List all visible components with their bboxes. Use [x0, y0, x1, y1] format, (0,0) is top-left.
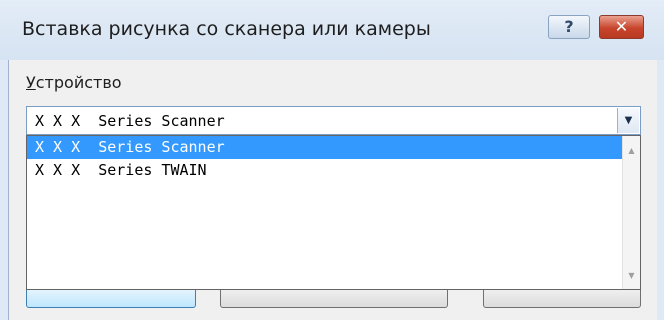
- device-combobox-value: X X X Series Scanner: [35, 112, 225, 130]
- dropdown-item-scanner[interactable]: X X X Series Scanner: [27, 136, 623, 159]
- dropdown-scrollbar[interactable]: ▲ ▼: [622, 136, 640, 289]
- close-icon: ✕: [614, 17, 629, 36]
- device-label: Устройство: [26, 73, 122, 92]
- dialog-title: Вставка рисунка со сканера или камеры: [22, 18, 431, 40]
- device-dropdown-list[interactable]: X X X Series Scanner X X X Series TWAIN …: [26, 135, 641, 290]
- scroll-down-arrow-icon[interactable]: ▼: [623, 267, 640, 285]
- dropdown-arrow-button[interactable]: ▼: [617, 108, 639, 133]
- dialog-window: Вставка рисунка со сканера или камеры ? …: [0, 0, 664, 320]
- dropdown-item-twain[interactable]: X X X Series TWAIN: [27, 159, 623, 182]
- close-button[interactable]: ✕: [599, 15, 644, 39]
- help-button[interactable]: ?: [548, 15, 590, 39]
- help-icon: ?: [564, 17, 574, 36]
- device-combobox[interactable]: X X X Series Scanner ▼: [26, 106, 641, 135]
- chevron-down-icon: ▼: [624, 114, 633, 126]
- scroll-up-arrow-icon[interactable]: ▲: [623, 142, 640, 160]
- title-bar: Вставка рисунка со сканера или камеры ? …: [0, 0, 664, 60]
